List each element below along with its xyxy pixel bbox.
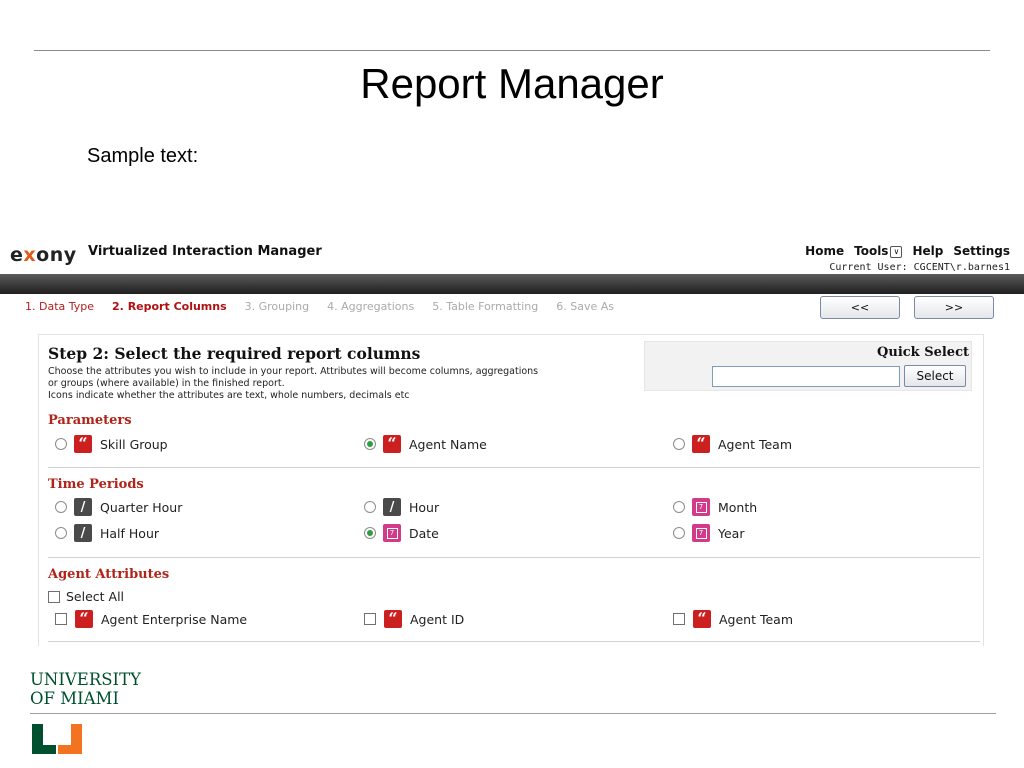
param-agent-team[interactable]: “ Agent Team xyxy=(673,435,792,453)
select-all-checkbox[interactable] xyxy=(48,590,60,603)
section-divider xyxy=(48,557,980,558)
nav-home-link[interactable]: Home xyxy=(805,244,844,258)
time-year[interactable]: 7 Year xyxy=(673,524,744,542)
text-icon: “ xyxy=(693,610,711,628)
radio-button[interactable] xyxy=(55,438,67,450)
app-header: exony Virtualized Interaction Manager Ho… xyxy=(0,236,1024,274)
time-icon: / xyxy=(74,498,92,516)
quick-select-label: Quick Select xyxy=(877,345,969,360)
radio-button[interactable] xyxy=(673,501,685,513)
exony-logo: exony xyxy=(10,244,77,266)
option-label: Quarter Hour xyxy=(100,499,183,515)
text-icon: “ xyxy=(384,610,402,628)
radio-button[interactable] xyxy=(55,527,67,539)
step-data-type[interactable]: 1. Data Type xyxy=(25,300,94,313)
option-label: Month xyxy=(718,499,758,515)
top-divider xyxy=(34,50,990,51)
previous-button[interactable]: << xyxy=(820,296,900,319)
time-icon: / xyxy=(74,524,92,542)
text-icon: “ xyxy=(74,435,92,453)
parameters-title: Parameters xyxy=(48,413,132,428)
step-table-formatting: 5. Table Formatting xyxy=(432,300,539,313)
checkbox[interactable] xyxy=(364,613,376,625)
next-button[interactable]: >> xyxy=(914,296,994,319)
section-divider xyxy=(48,641,980,642)
option-label: Skill Group xyxy=(100,436,168,452)
radio-button[interactable] xyxy=(55,501,67,513)
time-quarter-hour[interactable]: / Quarter Hour xyxy=(55,498,182,516)
time-month[interactable]: 7 Month xyxy=(673,498,757,516)
nav-help-link[interactable]: Help xyxy=(912,244,943,258)
text-icon: “ xyxy=(692,435,710,453)
time-periods-title: Time Periods xyxy=(48,477,144,492)
calendar-icon: 7 xyxy=(692,524,710,542)
wizard-steps: 1. Data Type 2. Report Columns 3. Groupi… xyxy=(25,300,614,313)
quick-select-input[interactable] xyxy=(712,366,900,387)
option-label: Agent Name xyxy=(409,436,487,452)
university-name: UNIVERSITY OF MIAMI xyxy=(30,670,141,708)
time-hour[interactable]: / Hour xyxy=(364,498,439,516)
option-label: Half Hour xyxy=(100,525,160,541)
app-screenshot: exony Virtualized Interaction Manager Ho… xyxy=(0,236,1024,646)
agent-attributes-title: Agent Attributes xyxy=(48,567,170,582)
option-label: Select All xyxy=(66,589,125,604)
step-heading: Step 2: Select the required report colum… xyxy=(48,344,421,363)
header-bar xyxy=(0,274,1024,294)
option-label: Date xyxy=(409,525,439,541)
option-label: Hour xyxy=(409,499,440,515)
option-label: Agent ID xyxy=(410,611,465,627)
step-grouping: 3. Grouping xyxy=(244,300,310,313)
attr-agent-team[interactable]: “ Agent Team xyxy=(673,610,793,628)
checkbox[interactable] xyxy=(55,613,67,625)
report-columns-panel: Step 2: Select the required report colum… xyxy=(38,334,984,646)
chevron-down-icon[interactable]: ∨ xyxy=(890,246,903,258)
calendar-icon: 7 xyxy=(692,498,710,516)
nav-tools-label: Tools xyxy=(854,244,889,258)
attr-agent-enterprise-name[interactable]: “ Agent Enterprise Name xyxy=(55,610,247,628)
top-nav: Home Tools ∨ Help Settings xyxy=(805,244,1010,258)
sample-text: Sample text: xyxy=(87,145,199,167)
bottom-divider xyxy=(30,713,996,714)
radio-button-selected[interactable] xyxy=(364,438,376,450)
step-report-columns[interactable]: 2. Report Columns xyxy=(112,300,227,313)
current-user: Current User: CGCENT\r.barnes1 xyxy=(829,262,1010,273)
radio-button[interactable] xyxy=(673,438,685,450)
param-agent-name[interactable]: “ Agent Name xyxy=(364,435,487,453)
time-half-hour[interactable]: / Half Hour xyxy=(55,524,159,542)
text-icon: “ xyxy=(383,435,401,453)
text-icon: “ xyxy=(75,610,93,628)
select-all-option[interactable]: Select All xyxy=(48,589,124,604)
option-label: Agent Enterprise Name xyxy=(101,611,248,627)
option-label: Agent Team xyxy=(718,436,793,452)
nav-settings-link[interactable]: Settings xyxy=(953,244,1010,258)
nav-tools-menu[interactable]: Tools ∨ xyxy=(854,244,903,258)
step-aggregations: 4. Aggregations xyxy=(327,300,415,313)
attr-agent-id[interactable]: “ Agent ID xyxy=(364,610,464,628)
time-icon: / xyxy=(383,498,401,516)
option-label: Agent Team xyxy=(719,611,794,627)
university-of-miami-u-logo xyxy=(32,724,82,754)
quick-select-box: Quick Select Select xyxy=(644,341,972,391)
param-skill-group[interactable]: “ Skill Group xyxy=(55,435,168,453)
time-date[interactable]: 7 Date xyxy=(364,524,439,542)
radio-button[interactable] xyxy=(673,527,685,539)
slide-title: Report Manager xyxy=(360,60,664,107)
step-description: Choose the attributes you wish to includ… xyxy=(48,366,539,401)
app-title: Virtualized Interaction Manager xyxy=(88,244,322,259)
radio-button-selected[interactable] xyxy=(364,527,376,539)
option-label: Year xyxy=(718,525,745,541)
section-divider xyxy=(48,467,980,468)
radio-button[interactable] xyxy=(364,501,376,513)
select-button[interactable]: Select xyxy=(904,365,966,387)
checkbox[interactable] xyxy=(673,613,685,625)
calendar-icon: 7 xyxy=(383,524,401,542)
step-save-as: 6. Save As xyxy=(556,300,614,313)
